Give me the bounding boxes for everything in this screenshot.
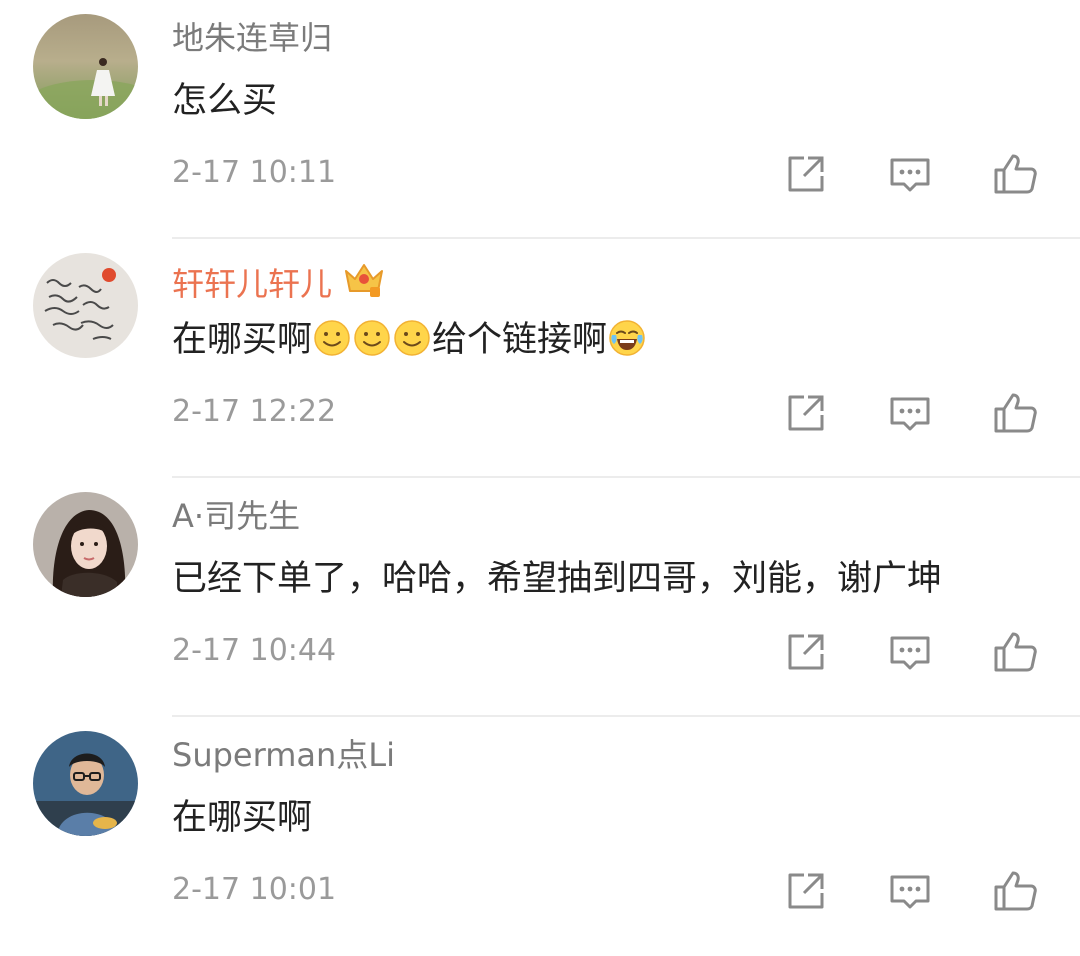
comment-text-part: 给个链接啊	[432, 320, 608, 360]
like-icon[interactable]	[991, 150, 1039, 198]
comment-item: 轩轩儿轩儿 在哪买啊 给个链接啊 2-17 12:22	[0, 239, 1080, 478]
smile-emoji	[314, 320, 350, 356]
username[interactable]: 轩轩儿轩儿	[172, 257, 386, 304]
share-icon[interactable]	[782, 867, 830, 915]
username-label: 轩轩儿轩儿	[172, 265, 333, 303]
like-icon[interactable]	[991, 867, 1039, 915]
comment-text: 在哪买啊	[172, 795, 312, 841]
comment-item: A·司先生 已经下单了，哈哈，希望抽到四哥，刘能，谢广坤 2-17 10:44	[0, 478, 1080, 717]
comment-item: Superman点Li 在哪买啊 2-17 10:01	[0, 717, 1080, 956]
comment-text-part: 在哪买啊	[172, 320, 313, 360]
timestamp: 2-17 10:01	[172, 872, 337, 907]
comment-text-part: 已经下单了，哈哈，希望抽到四哥，刘能，谢广坤	[172, 559, 943, 599]
comment-item: 地朱连草归 怎么买 2-17 10:11	[0, 0, 1080, 239]
comment-icon[interactable]	[886, 867, 934, 915]
user-avatar[interactable]	[33, 731, 138, 836]
comment-text-part: 在哪买啊	[172, 798, 313, 838]
crown-badge-icon	[345, 264, 384, 297]
comment-text: 在哪买啊 给个链接啊	[172, 317, 647, 363]
username[interactable]: Superman点Li	[172, 735, 395, 775]
comment-text-part: 怎么买	[172, 81, 278, 121]
user-avatar[interactable]	[33, 253, 138, 358]
username[interactable]: A·司先生	[172, 496, 300, 536]
user-avatar[interactable]	[33, 14, 138, 119]
like-icon[interactable]	[991, 628, 1039, 676]
laugh-cry-emoji	[609, 320, 645, 356]
user-avatar[interactable]	[33, 492, 138, 597]
comment-text: 已经下单了，哈哈，希望抽到四哥，刘能，谢广坤	[172, 556, 942, 602]
username[interactable]: 地朱连草归	[172, 18, 332, 58]
timestamp: 2-17 10:11	[172, 155, 337, 190]
comment-text: 怎么买	[172, 78, 277, 124]
comment-icon[interactable]	[886, 389, 934, 437]
comment-icon[interactable]	[886, 150, 934, 198]
share-icon[interactable]	[782, 389, 830, 437]
share-icon[interactable]	[782, 628, 830, 676]
share-icon[interactable]	[782, 150, 830, 198]
smile-emoji	[354, 320, 390, 356]
smile-emoji	[394, 320, 430, 356]
timestamp: 2-17 12:22	[172, 394, 337, 429]
like-icon[interactable]	[991, 389, 1039, 437]
timestamp: 2-17 10:44	[172, 633, 337, 668]
comment-icon[interactable]	[886, 628, 934, 676]
